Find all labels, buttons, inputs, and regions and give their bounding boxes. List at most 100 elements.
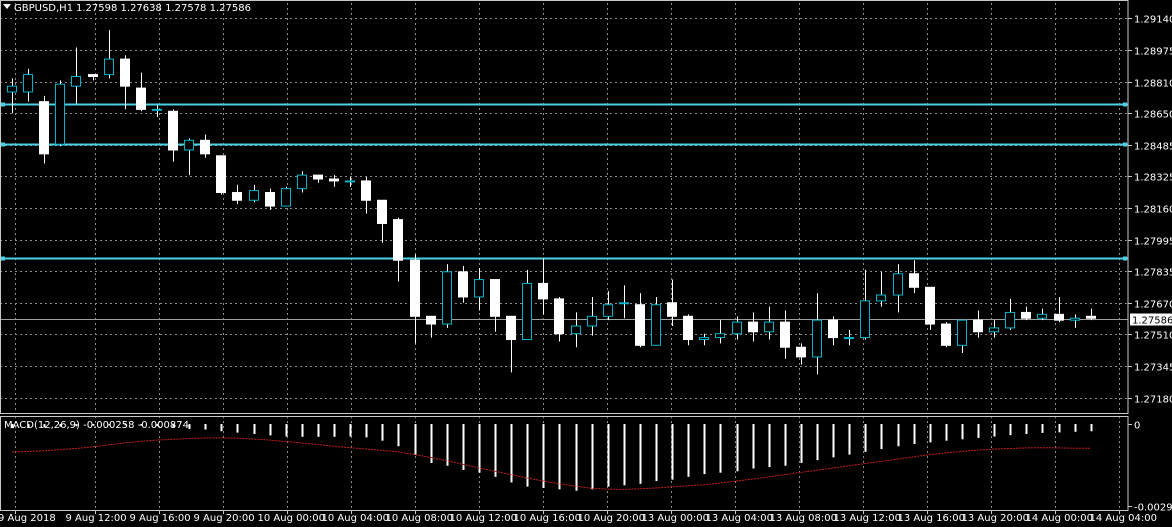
y-tick-label: 1.28325 [1134,173,1172,184]
candles [7,30,1096,375]
candle-body-bear [925,286,935,325]
x-tick-label: 10 Aug 08:00 [386,513,453,524]
x-tick-label: 14 Aug 04:00 [1090,513,1157,524]
level-handle[interactable] [1,102,5,107]
candle-body-bull [587,315,597,327]
candle-body-bull [860,300,870,339]
candle-body-bull [249,190,259,201]
y-tick-label: 1.27345 [1134,363,1172,374]
candle-body-bull [619,302,629,305]
candle-body-bear [667,302,677,317]
candle-body-bull [893,273,903,296]
y-tick-label: 1.27995 [1134,237,1172,248]
candle-body-bull [152,108,162,111]
y-tick-label: 1.27835 [1134,268,1172,279]
candle-body-bull [522,282,532,341]
candle-body-bear [232,192,242,201]
main-pane-frame [0,0,1129,414]
x-tick-label: 13 Aug 00:00 [642,513,709,524]
ohlc-values: 1.27598 1.27638 1.27578 1.27586 [76,3,251,14]
candle-body-bear [538,282,548,300]
candle-body-bear [120,58,130,87]
macd-pane [11,424,1093,491]
x-tick-label: 13 Aug 04:00 [706,513,773,524]
current-price-label: 1.27586 [1132,316,1172,327]
candle-body-bull [1005,311,1015,329]
candle-body-bear [780,321,790,348]
candle-body-bear [796,346,806,358]
x-tick-label: 14 Aug 00:00 [1026,513,1093,524]
candle-body-bull [281,188,291,207]
candle-body-bull [297,174,307,190]
y-tick-label: 1.28975 [1134,47,1172,58]
y-tick-label: 1.28160 [1134,205,1172,216]
y-tick-label: 1.28810 [1134,79,1172,90]
candle-body-bull [23,74,33,93]
candle-body-bull [104,58,114,76]
x-tick-label: 9 Aug 20:00 [194,513,255,524]
candle-body-bear [554,298,564,335]
x-tick-label: 13 Aug 16:00 [898,513,965,524]
x-tick-label: 13 Aug 12:00 [834,513,901,524]
chart-menu-icon[interactable] [3,4,11,9]
candle-body-bear [1054,313,1064,321]
candle-body-bear [313,174,323,180]
macd-signal-line [11,437,1091,490]
candle-body-bear [458,271,468,298]
level-handle[interactable] [1,142,5,147]
candle-body-bear [973,319,983,333]
x-tick-label: 13 Aug 20:00 [962,513,1029,524]
candle-body-bull [1037,313,1047,319]
level-handle[interactable] [1123,142,1127,147]
candle-body-bear [216,155,226,194]
candle-body-bear [393,219,403,261]
candle-body-bear [941,323,951,346]
candle-body-bull [732,321,742,335]
candle-body-bear [329,178,339,182]
x-tick-label: 10 Aug 12:00 [450,513,517,524]
candle-body-bull [876,294,886,302]
y-tick-label: 1.29140 [1134,15,1172,26]
candle-body-bear [683,315,693,341]
candle-body-bear [410,259,420,317]
level-handle[interactable] [1123,256,1127,261]
candle-body-bear [88,74,98,77]
candle-body-bull [345,180,355,183]
candle-body-bear [506,315,516,341]
candle-body-bear [377,199,387,224]
macd-label: MACD(12,26,9) -0.000258 -0.000874 [4,420,189,431]
candle-body-bear [39,101,49,155]
y-tick-label: 1.28650 [1134,110,1172,121]
candle-body-bull [715,333,725,339]
x-tick-label: 10 Aug 20:00 [578,513,645,524]
candle-body-bear [1086,315,1096,319]
candle-body-bull [957,319,967,346]
candle-body-bull [442,271,452,325]
axes: 1.29140 1.28975 1.28810 1.28650 1.28485 1.283… [0,0,1172,524]
candle-body-bull [71,75,81,87]
candle-body-bear [200,139,210,155]
candle-body-bull [7,85,17,93]
level-handle[interactable] [1123,102,1127,107]
y-tick-label: 1.27180 [1134,395,1172,406]
candle-body-bear [265,192,275,207]
candle-body-bull [571,325,581,335]
candle-body-bear [426,315,436,325]
macd-y-tick-label: 0 [1134,421,1140,432]
candle-body-bull [699,337,709,341]
candle-body-bear [1021,311,1031,319]
x-tick-label: 9 Aug 16:00 [130,513,191,524]
candle-body-bull [764,321,774,333]
y-tick-label: 1.28485 [1134,142,1172,153]
chart-canvas[interactable]: 1.29140 1.28975 1.28810 1.28650 1.28485 1.283… [0,0,1172,527]
x-tick-label: 10 Aug 04:00 [322,513,389,524]
candle-body-bear [828,319,838,339]
candle-body-bull [184,139,194,151]
grid-layer [0,3,1128,510]
level-handle[interactable] [1,256,5,261]
y-tick-label: 1.27510 [1134,331,1172,342]
candle-body-bull [55,83,65,145]
symbol-timeframe: GBPUSD,H1 [14,3,73,14]
x-tick-label: 9 Aug 12:00 [66,513,127,524]
candle-body-bull [603,304,613,317]
